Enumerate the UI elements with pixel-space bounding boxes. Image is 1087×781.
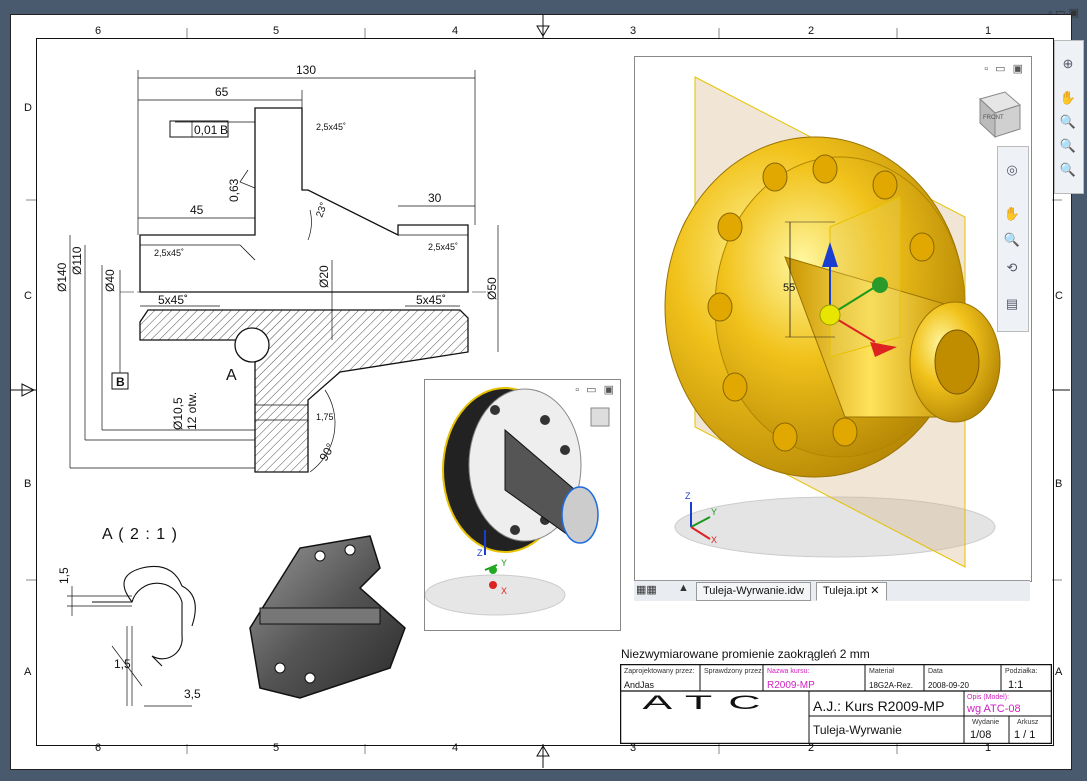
- zoom-selected-icon[interactable]: 🔍: [1059, 161, 1077, 179]
- dim-65: 65: [215, 85, 229, 99]
- orbit-icon[interactable]: ⟲: [1003, 259, 1021, 277]
- label-scale: Podziałka:: [1005, 668, 1037, 675]
- chamfer-note: 2,5x45˚: [428, 242, 458, 252]
- chamfer-note: 2,5x45˚: [316, 122, 346, 132]
- material: 18G2A-Rez.: [869, 681, 913, 690]
- dia-50: Ø50: [485, 277, 499, 300]
- navigation-bar[interactable]: ◎ ✋ 🔍 ⟲ ▤: [997, 146, 1029, 332]
- viewport-small[interactable]: ▫ ▭ ▣ Z Y X: [424, 379, 621, 631]
- axis-y-label: Y: [501, 558, 508, 568]
- dim-30: 30: [428, 191, 442, 205]
- label-checked-by: Sprawdzony przez:: [704, 668, 764, 675]
- axis-x-label: X: [711, 535, 718, 545]
- zoom-icon[interactable]: 🔍: [1059, 113, 1077, 131]
- viewport-main[interactable]: ▫ ▭ ▣ 55 FRONT Z Y X: [634, 56, 1032, 582]
- tile-windows-icon[interactable]: ▦▦: [636, 583, 657, 596]
- tolerance-datum-ref: B: [220, 123, 228, 137]
- holes-diameter: Ø10,5: [171, 397, 185, 430]
- dim-130: 130: [296, 63, 316, 77]
- document-tab-bar: ▦▦ ▲ Tuleja-Wyrwanie.idw Tuleja.ipt ✕: [634, 580, 1030, 601]
- dia-40: Ø40: [103, 269, 117, 292]
- roughness-value: 0,63: [227, 178, 241, 202]
- shaded-part-view: [249, 535, 406, 699]
- section-label-a: A: [226, 367, 237, 384]
- title-block: Zaprojektowany przez: AndJas Sprawdzony …: [620, 664, 1052, 744]
- label-date: Data: [928, 668, 943, 675]
- general-note: Niezwymiarowane promienie zaokrągleń 2 m…: [621, 647, 870, 661]
- label-material: Materiał: [869, 668, 894, 675]
- zoom-all-icon[interactable]: ⊕: [1059, 55, 1077, 73]
- axis-z-label: Z: [477, 548, 483, 558]
- dim-1-75: 1,75: [316, 412, 334, 422]
- label-course: Nazwa kursu:: [767, 668, 809, 675]
- dia-140: Ø140: [55, 262, 69, 292]
- dia-20: Ø20: [317, 265, 331, 288]
- tab-part[interactable]: Tuleja.ipt ✕: [816, 582, 887, 601]
- steering-wheel-icon[interactable]: ◎: [1003, 161, 1021, 179]
- holes-count: 12 otw.: [185, 392, 199, 430]
- course-name: R2009-MP: [767, 680, 815, 691]
- designed-by: AndJas: [624, 680, 655, 690]
- pan-icon[interactable]: ✋: [1059, 89, 1077, 107]
- close-icon[interactable]: ✕: [870, 585, 879, 597]
- detail-dim-1-5-bottom: 1,5: [114, 657, 131, 671]
- axis-z-label: Z: [685, 491, 691, 501]
- zoom-icon[interactable]: 🔍: [1003, 231, 1021, 249]
- label-sheet: Arkusz: [1017, 719, 1039, 726]
- scale: 1:1: [1008, 679, 1023, 691]
- label-edition: Wydanie: [972, 719, 999, 726]
- label-model: Opis (Model):: [967, 694, 1009, 701]
- detail-dim-3-5: 3,5: [184, 687, 201, 701]
- view-cube-label: FRONT: [983, 115, 1004, 121]
- look-at-icon[interactable]: ▤: [1003, 295, 1021, 313]
- side-toolbar[interactable]: ⊕ ✋ 🔍 🔍 🔍: [1054, 40, 1084, 194]
- detail-title: A ( 2 : 1 ): [102, 526, 178, 543]
- detail-dim-1-5-top: 1,5: [57, 567, 71, 584]
- drawing-subtitle: Tuleja-Wyrwanie: [813, 723, 902, 737]
- chamfer-5x45-right: 5x45˚: [416, 293, 446, 307]
- label-designed-by: Zaprojektowany przez:: [624, 668, 694, 675]
- dim-55: 55: [783, 282, 796, 294]
- dim-45: 45: [190, 203, 204, 217]
- detail-view: 1,5 1,5 3,5: [57, 565, 201, 707]
- tab-drawing[interactable]: Tuleja-Wyrwanie.idw: [696, 582, 811, 601]
- datum-label: B: [116, 375, 125, 389]
- company-logo: ATC: [642, 692, 776, 714]
- drawing-title: A.J.: Kurs R2009-MP: [813, 698, 945, 714]
- viewport-main-render: [664, 76, 1021, 568]
- viewport-small-render: [425, 387, 610, 616]
- pan-icon[interactable]: ✋: [1003, 205, 1021, 223]
- zoom-window-icon[interactable]: 🔍: [1059, 137, 1077, 155]
- tab-scroll-icon[interactable]: ▲: [678, 582, 689, 594]
- tab-part-label: Tuleja.ipt: [823, 585, 868, 597]
- chamfer-note: 2,5x45˚: [154, 248, 184, 258]
- model-description: wg ATC-08: [966, 703, 1021, 715]
- tolerance-value: 0,01: [194, 123, 218, 137]
- chamfer-5x45-left: 5x45˚: [158, 293, 188, 307]
- axis-y-label: Y: [711, 507, 718, 517]
- axis-x-label: X: [501, 586, 508, 596]
- date: 2008-09-20: [928, 681, 969, 690]
- dia-110: Ø110: [70, 246, 84, 275]
- view-cube-icon: [590, 407, 610, 427]
- edition: 1/08: [970, 729, 991, 741]
- sheet-number: 1 / 1: [1014, 729, 1035, 741]
- angle-90: 90°: [316, 441, 337, 464]
